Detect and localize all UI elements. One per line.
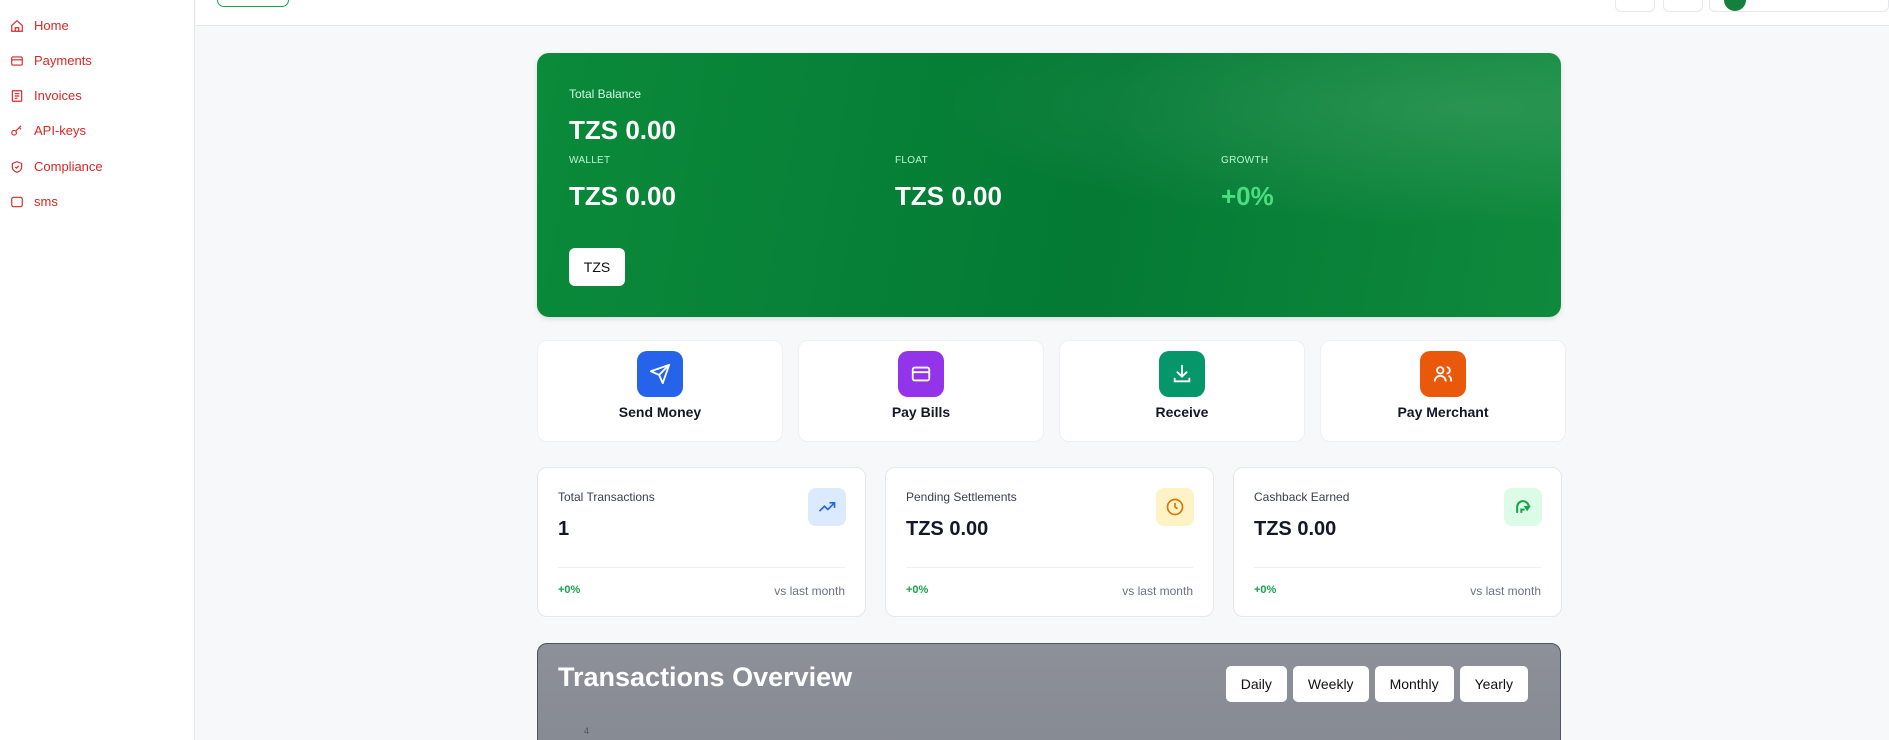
overview-title: Transactions Overview bbox=[558, 662, 853, 692]
stat-value: TZS 0.00 bbox=[906, 518, 989, 540]
balance-card: Total Balance TZS 0.00 WALLET TZS 0.00 F… bbox=[537, 53, 1561, 317]
brand-logo[interactable] bbox=[217, 0, 289, 7]
send-icon bbox=[637, 351, 683, 397]
sidebar-item-home[interactable]: Home bbox=[10, 18, 69, 33]
stat-card-cashback-earned: Cashback Earned TZS 0.00 +0% vs last mon… bbox=[1233, 467, 1562, 617]
growth-value: +0% bbox=[1221, 181, 1274, 211]
sidebar-item-label: API-keys bbox=[34, 123, 87, 138]
stat-value: TZS 0.00 bbox=[1254, 518, 1337, 540]
stat-change: +0% bbox=[558, 584, 581, 596]
stat-value: 1 bbox=[558, 518, 570, 540]
stat-change: +0% bbox=[1254, 584, 1277, 596]
sidebar-item-api-keys[interactable]: API-keys bbox=[10, 123, 86, 138]
pay-bills-action[interactable]: Pay Bills bbox=[798, 340, 1044, 442]
card-icon bbox=[898, 351, 944, 397]
invoice-icon bbox=[11, 89, 23, 102]
user-menu[interactable] bbox=[1709, 0, 1889, 12]
receive-action[interactable]: Receive bbox=[1059, 340, 1305, 442]
divider bbox=[906, 567, 1193, 568]
download-icon bbox=[1159, 351, 1205, 397]
sidebar-item-sms[interactable]: sms bbox=[10, 194, 58, 209]
sidebar-item-label: Invoices bbox=[34, 88, 82, 103]
float-value: TZS 0.00 bbox=[895, 181, 1002, 211]
wallet-label: WALLET bbox=[569, 155, 611, 166]
tab-monthly[interactable]: Monthly bbox=[1374, 666, 1454, 702]
stat-note: vs last month bbox=[1470, 584, 1541, 598]
refresh-icon bbox=[1504, 488, 1542, 526]
action-label: Receive bbox=[1155, 404, 1209, 420]
avatar bbox=[1724, 0, 1746, 11]
sidebar-item-payments[interactable]: Payments bbox=[10, 53, 92, 68]
sidebar: Home Payments Invoices API-keys Complian… bbox=[0, 0, 195, 740]
stat-title: Total Transactions bbox=[558, 490, 655, 504]
trending-up-icon bbox=[808, 488, 846, 526]
float-label: FLOAT bbox=[895, 155, 928, 166]
total-balance-value: TZS 0.00 bbox=[569, 115, 676, 145]
tab-yearly[interactable]: Yearly bbox=[1459, 666, 1528, 702]
stat-card-pending-settlements: Pending Settlements TZS 0.00 +0% vs last… bbox=[885, 467, 1214, 617]
sidebar-item-invoices[interactable]: Invoices bbox=[10, 88, 82, 103]
tab-daily[interactable]: Daily bbox=[1225, 666, 1287, 702]
sidebar-item-label: Payments bbox=[34, 53, 92, 68]
action-label: Pay Bills bbox=[891, 404, 951, 420]
sidebar-item-label: Compliance bbox=[34, 159, 103, 174]
home-icon bbox=[11, 19, 23, 32]
tab-weekly[interactable]: Weekly bbox=[1292, 666, 1369, 702]
period-tabs: Daily Weekly Monthly Yearly bbox=[1225, 666, 1528, 702]
divider bbox=[1254, 567, 1541, 568]
total-balance-label: Total Balance bbox=[569, 87, 642, 101]
wallet-value: TZS 0.00 bbox=[569, 181, 676, 211]
notifications-button[interactable] bbox=[1663, 0, 1703, 12]
top-action-button[interactable] bbox=[1615, 0, 1655, 12]
clock-icon bbox=[1156, 488, 1194, 526]
top-bar bbox=[196, 0, 1889, 26]
stat-title: Cashback Earned bbox=[1254, 490, 1350, 504]
transactions-overview-panel: Transactions Overview Daily Weekly Month… bbox=[537, 643, 1561, 740]
divider bbox=[558, 567, 845, 568]
pay-merchant-action[interactable]: Pay Merchant bbox=[1320, 340, 1566, 442]
stat-change: +0% bbox=[906, 584, 929, 596]
stat-title: Pending Settlements bbox=[906, 490, 1017, 504]
sidebar-item-label: sms bbox=[34, 194, 58, 209]
card-icon bbox=[11, 55, 23, 66]
sidebar-item-label: Home bbox=[34, 18, 69, 33]
growth-label: GROWTH bbox=[1221, 155, 1269, 166]
send-money-action[interactable]: Send Money bbox=[537, 340, 783, 442]
key-icon bbox=[11, 124, 22, 136]
action-label: Pay Merchant bbox=[1397, 404, 1489, 420]
users-icon bbox=[1420, 351, 1466, 397]
action-label: Send Money bbox=[618, 404, 702, 420]
message-icon bbox=[11, 196, 23, 207]
stat-note: vs last month bbox=[774, 584, 845, 598]
currency-selector-button[interactable]: TZS bbox=[569, 248, 625, 286]
stat-card-total-transactions: Total Transactions 1 +0% vs last month bbox=[537, 467, 866, 617]
sidebar-item-compliance[interactable]: Compliance bbox=[10, 159, 103, 174]
shield-icon bbox=[11, 160, 23, 173]
chart-axis-tick: 4 bbox=[584, 726, 590, 736]
stat-note: vs last month bbox=[1122, 584, 1193, 598]
